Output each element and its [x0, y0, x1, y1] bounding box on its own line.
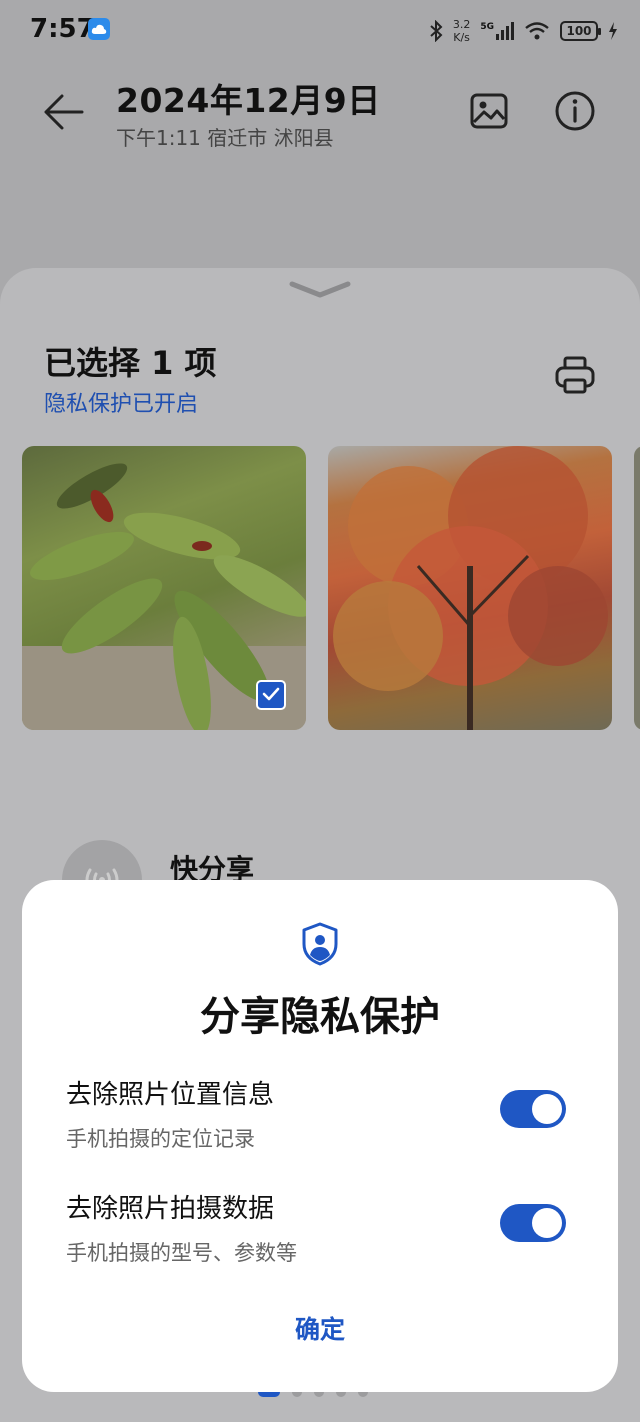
remove-shooting-data-toggle[interactable] [500, 1204, 566, 1242]
cellular-signal-icon: 5G [480, 22, 514, 40]
shield-user-icon [302, 922, 338, 966]
confirm-button[interactable]: 确定 [220, 1302, 420, 1358]
back-button[interactable] [38, 86, 90, 138]
selection-count-title: 已选择 1 项 [44, 344, 217, 382]
dialog-title: 分享隐私保护 [200, 994, 440, 1040]
bluetooth-icon [430, 20, 443, 42]
back-arrow-icon [44, 94, 84, 130]
privacy-protection-link[interactable]: 隐私保护已开启 [44, 386, 198, 418]
photo-thumbnail-partial[interactable] [634, 446, 640, 730]
gallery-icon [470, 93, 508, 129]
status-bar: 7:57 3.2 K/s 5G 100 [0, 0, 640, 62]
wifi-icon [525, 22, 549, 40]
sheet-collapse-handle[interactable] [288, 278, 352, 300]
battery-indicator: 100 [560, 21, 601, 41]
selected-checkbox[interactable] [256, 680, 286, 710]
photo-thumbnail-red-tree[interactable] [328, 446, 612, 730]
signal-type-label: 5G [480, 22, 494, 32]
status-indicators: 3.2 K/s 5G 100 [429, 14, 618, 48]
privacy-dialog: 分享隐私保护 去除照片位置信息 手机拍摄的定位记录 去除照片拍摄数据 手机拍摄的… [22, 880, 618, 1392]
network-speed-value: 3.2 [452, 18, 471, 31]
cloud-icon [88, 18, 110, 40]
option-subtitle: 手机拍摄的定位记录 [66, 1127, 255, 1151]
photo-time-location: 下午1:11 宿迁市 沭阳县 [116, 126, 334, 150]
charging-icon [609, 22, 617, 40]
photo-thumbnail-leaves[interactable] [22, 446, 306, 730]
toggle-knob [532, 1208, 562, 1238]
photo-date-title: 2024年12月9日 [116, 81, 381, 120]
info-icon [555, 91, 595, 131]
network-speed-unit: K/s [453, 31, 470, 44]
toggle-knob [532, 1094, 562, 1124]
gallery-button[interactable] [466, 88, 512, 134]
photo-header: 2024年12月9日 下午1:11 宿迁市 沭阳县 [0, 62, 640, 162]
status-time: 7:57 [30, 14, 95, 44]
print-icon [555, 356, 595, 394]
chevron-down-icon [289, 281, 351, 298]
check-icon [262, 687, 280, 701]
print-button[interactable] [552, 352, 598, 398]
red-tree-image [333, 446, 608, 730]
option-subtitle: 手机拍摄的型号、参数等 [66, 1241, 297, 1265]
info-button[interactable] [552, 88, 598, 134]
network-speed: 3.2 K/s [453, 18, 471, 44]
remove-location-toggle[interactable] [500, 1090, 566, 1128]
